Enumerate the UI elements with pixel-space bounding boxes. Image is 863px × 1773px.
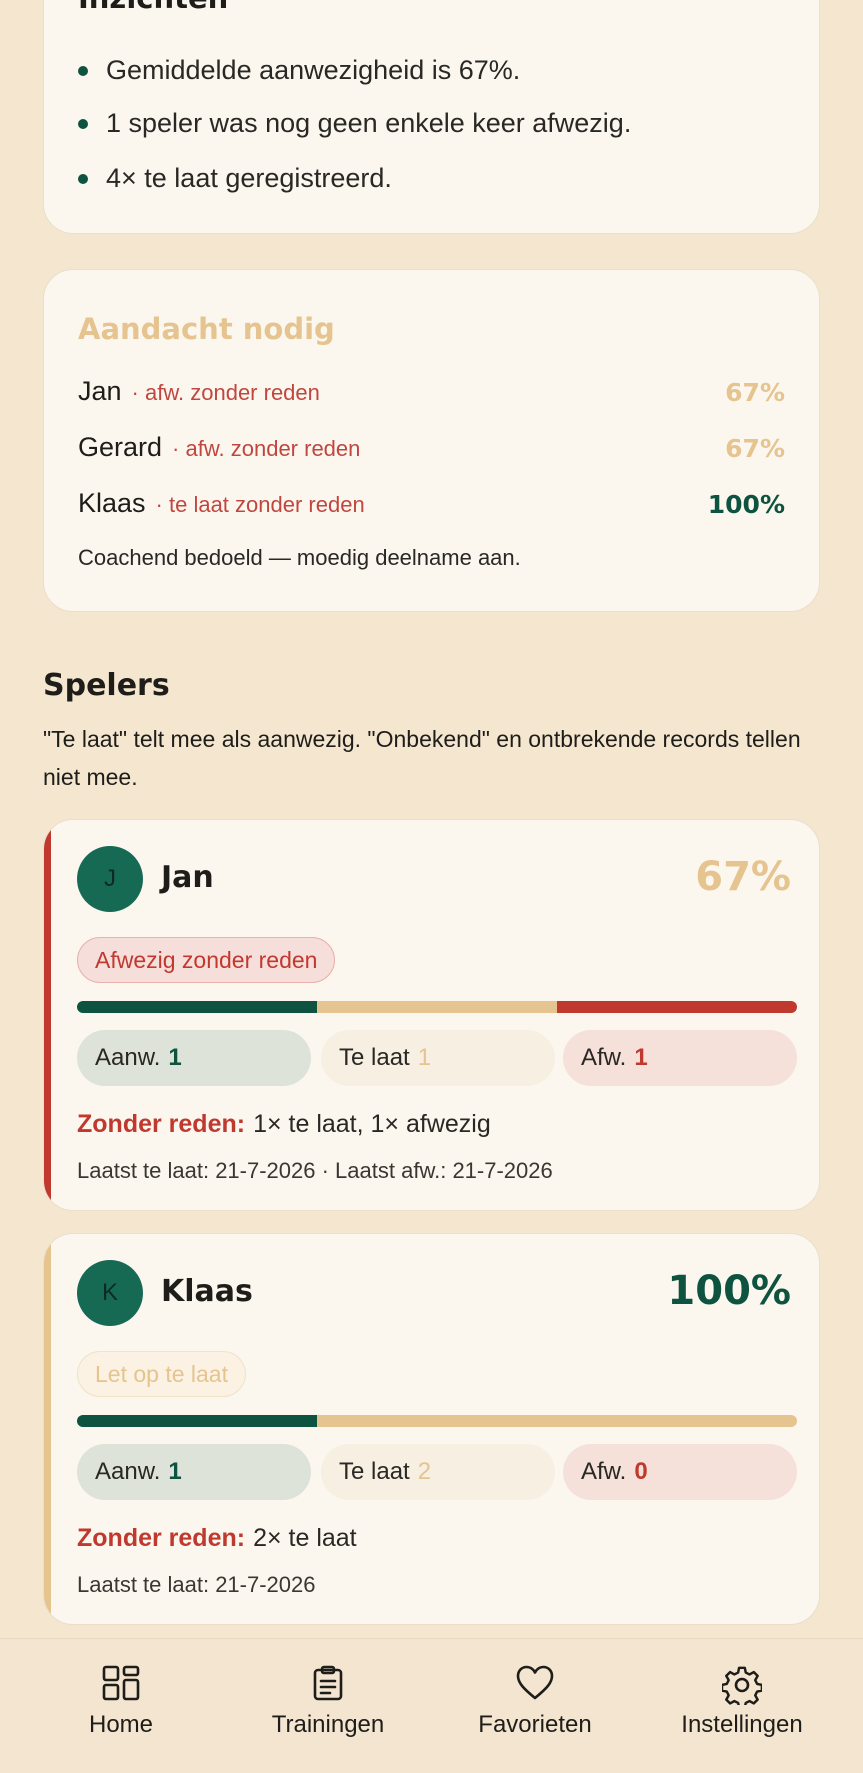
nav-label: Instellingen [681,1711,803,1738]
nav-trainingen[interactable]: Trainingen [228,1665,428,1739]
nav-favorieten[interactable]: Favorieten [435,1665,635,1739]
insight-item: Gemiddelde aanwezigheid is 67%. [78,55,520,86]
chip-label: Aanw. [95,1458,161,1485]
nav-instellingen[interactable]: Instellingen [642,1665,842,1739]
chip-value: 0 [634,1458,648,1485]
attention-percent: 100% [707,490,785,519]
insight-item: 4× te laat geregistreerd. [78,163,392,194]
attention-reason: · te laat zonder reden [155,492,365,517]
player-name: Jan [78,376,122,406]
present-count-chip: Aanw. 1 [77,1444,311,1500]
attention-reason: · afw. zonder reden [131,380,320,405]
attention-title: Aandacht nodig [78,312,335,346]
chip-value: 1 [634,1044,648,1071]
chip-value: 1 [168,1458,182,1485]
without-reason-value: 1× te laat, 1× afwezig [253,1110,491,1138]
bar-late [316,1001,557,1013]
insight-item: 1 speler was nog geen enkele keer afwezi… [78,108,631,139]
player-name: Jan [161,860,214,895]
player-name: Gerard [78,432,163,462]
last-dates: Laatst te laat: 21-7-2026 · Laatst afw.:… [77,1158,553,1183]
status-edge [44,820,51,1210]
insights-title: Inzichten [78,0,228,15]
bullet-dot-icon [78,118,88,129]
avatar: J [77,846,143,912]
bar-present [77,1415,317,1427]
absent-count-chip: Afw. 1 [563,1030,797,1086]
attention-percent: 67% [725,434,785,463]
bullet-dot-icon [78,173,88,184]
bar-late [316,1415,797,1427]
late-count-chip: Te laat 2 [321,1444,555,1500]
status-badge: Let op te laat [77,1351,246,1397]
attendance-bar [77,1001,797,1013]
attention-row[interactable]: Klaas · te laat zonder reden 100% [78,488,785,522]
player-name: Klaas [78,488,146,518]
status-badge: Afwezig zonder reden [77,937,336,983]
status-edge [44,1234,51,1624]
attention-note: Coachend bedoeld — moedig deelname aan. [78,545,521,570]
avatar: K [77,1260,143,1326]
players-section-subtitle: "Te laat" telt mee als aanwezig. "Onbeke… [43,726,801,790]
attention-card: Aandacht nodig Jan · afw. zonder reden 67… [43,269,820,612]
chip-label: Te laat [339,1458,410,1485]
attention-row[interactable]: Gerard · afw. zonder reden 67% [78,432,785,466]
attention-reason: · afw. zonder reden [172,436,361,461]
late-count-chip: Te laat 1 [321,1030,555,1086]
player-card-klaas[interactable]: K Klaas 100% Let op te laat Aanw. 1 Te la… [43,1233,820,1625]
without-reason-label: Zonder reden: [77,1524,246,1552]
attention-percent: 67% [725,378,785,407]
without-reason-label: Zonder reden: [77,1110,246,1138]
nav-home[interactable]: Home [21,1665,221,1739]
gear-icon [722,1666,762,1705]
home-grid-icon [102,1665,140,1701]
bullet-dot-icon [78,65,88,76]
attendance-percent: 100% [667,1268,791,1314]
chip-value: 2 [417,1458,432,1485]
chip-label: Te laat [339,1044,410,1071]
chip-label: Afw. [581,1458,627,1485]
bar-absent [556,1001,797,1013]
chip-value: 1 [168,1044,182,1071]
absent-count-chip: Afw. 0 [563,1444,797,1500]
nav-label: Trainingen [271,1711,385,1738]
player-name: Klaas [161,1274,253,1309]
players-section-title: Spelers [43,668,170,703]
attention-row[interactable]: Jan · afw. zonder reden 67% [78,376,785,410]
insight-text: 4× te laat geregistreerd. [106,163,392,193]
attendance-percent: 67% [695,854,791,900]
last-dates: Laatst te laat: 21-7-2026 [77,1572,316,1597]
without-reason: Zonder reden: 2× te laat [77,1524,357,1553]
insight-text: Gemiddelde aanwezigheid is 67%. [106,55,521,85]
heart-icon [516,1665,554,1700]
present-count-chip: Aanw. 1 [77,1030,311,1086]
insight-text: 1 speler was nog geen enkele keer afwezi… [106,108,632,138]
nav-label: Home [88,1711,154,1738]
chip-value: 1 [417,1044,432,1071]
bar-present [77,1001,317,1013]
without-reason: Zonder reden: 1× te laat, 1× afwezig [77,1110,491,1139]
chip-label: Aanw. [95,1044,161,1071]
player-card-jan[interactable]: J Jan 67% Afwezig zonder reden Aanw. 1 Te… [43,819,820,1211]
bottom-nav: Home Trainingen Favorieten Instellingen [0,1638,863,1773]
attendance-bar [77,1415,797,1427]
clipboard-icon [313,1665,343,1701]
insights-card: Inzichten Gemiddelde aanwezigheid is 67%… [43,0,820,234]
chip-label: Afw. [581,1044,627,1071]
nav-label: Favorieten [478,1711,592,1738]
without-reason-value: 2× te laat [253,1524,357,1552]
